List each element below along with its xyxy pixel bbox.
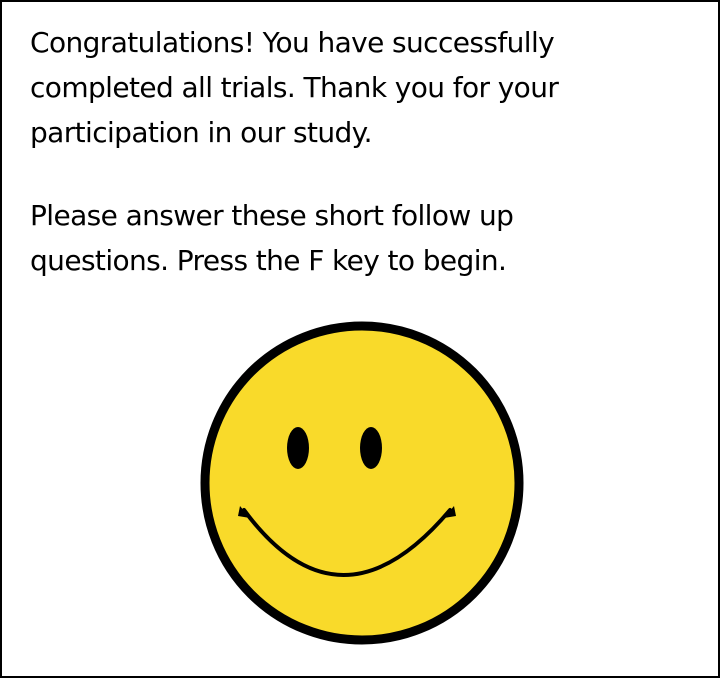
message-line-1: Congratulations! You have successfully <box>30 26 555 59</box>
instruction-line-2: questions. Press the F key to begin. <box>30 244 507 277</box>
completion-message: Congratulations! You have successfully c… <box>30 20 690 283</box>
smiley-face-icon <box>200 321 524 645</box>
instruction-line-1: Please answer these short follow up <box>30 199 514 232</box>
right-eye <box>360 427 382 469</box>
instruction-screen: Congratulations! You have successfully c… <box>0 0 720 678</box>
message-line-3: participation in our study. <box>30 116 373 149</box>
message-line-2: completed all trials. Thank you for your <box>30 71 559 104</box>
left-eye <box>287 427 309 469</box>
smiley-face <box>200 321 524 645</box>
